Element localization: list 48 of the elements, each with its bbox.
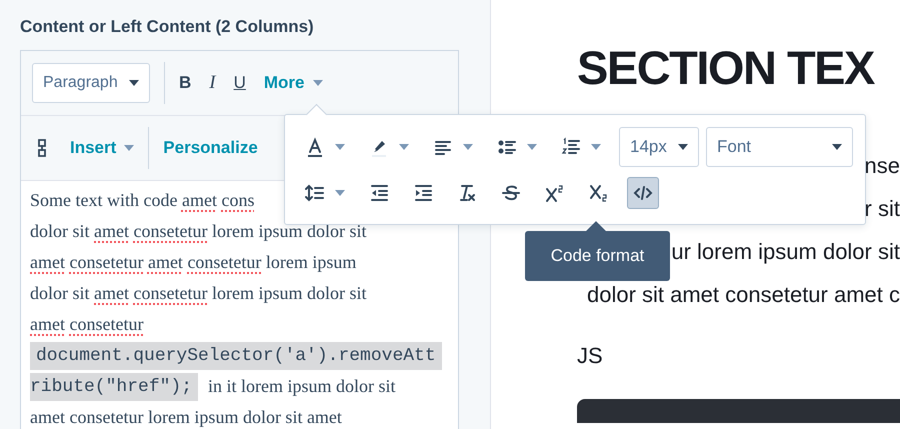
caret-icon — [335, 190, 345, 196]
font-size-select[interactable]: 14px — [619, 127, 699, 167]
caret-icon — [832, 144, 842, 150]
bold-button[interactable]: B — [179, 73, 192, 93]
caret-icon — [591, 144, 601, 150]
text-color-icon — [305, 137, 325, 157]
caret-icon — [124, 145, 134, 151]
preview-text: ur lorem ipsum dolor sit — [671, 238, 900, 266]
block-format-select[interactable]: Paragraph — [32, 63, 150, 103]
editor-text: in it lorem ipsum dolor sit — [208, 375, 396, 398]
subscript-icon — [589, 183, 609, 203]
font-select[interactable]: Font — [706, 127, 853, 167]
caret-icon — [129, 80, 139, 86]
tooltip: Code format — [525, 231, 670, 281]
menu-button[interactable]: Insert — [70, 138, 134, 158]
caret-icon — [312, 80, 323, 86]
line-height-icon — [305, 183, 325, 203]
preview-text: r sit — [864, 195, 900, 223]
editor-line: Some text with code amet cons — [30, 189, 254, 212]
editor-line: amet consetetur amet consetetur lorem ipsum — [30, 251, 356, 274]
menu-button[interactable]: Personalize — [163, 138, 258, 158]
code-icon — [633, 183, 653, 203]
superscript-icon — [545, 183, 565, 203]
editor-line: amet consetetur — [30, 313, 144, 336]
preview-label: JS — [577, 342, 604, 370]
preview-text: dolor sit amet consetetur amet c — [586, 281, 900, 309]
indent-icon — [413, 183, 433, 203]
code-button[interactable] — [627, 177, 659, 209]
caret-icon — [527, 144, 537, 150]
section-heading: SECTION TEX — [577, 40, 876, 96]
caret-icon — [335, 144, 345, 150]
editor-line: amet consetetur lorem ipsum dolor sit amet — [30, 406, 342, 429]
italic-button[interactable]: I — [209, 72, 216, 94]
clear-format-icon — [457, 183, 477, 203]
underline-button[interactable]: U — [234, 73, 246, 93]
editor-line: dolor sit amet consetetur lorem ipsum dolor sit — [30, 220, 366, 243]
outdent-icon — [369, 183, 389, 203]
code-snippet: document.querySelector('a').removeAtt — [30, 342, 442, 370]
preview-text: nse — [864, 152, 900, 180]
editor-line: dolor sit amet consetetur lorem ipsum dolor sit — [30, 282, 366, 305]
caret-icon — [399, 144, 409, 150]
numbered-list-icon — [561, 137, 581, 157]
menu-button[interactable]: More — [264, 73, 323, 93]
strikethrough-icon — [501, 183, 521, 203]
code-snippet: ribute("href"); — [30, 373, 198, 401]
caret-icon — [678, 144, 688, 150]
panel-title: Content or Left Content (2 Columns) — [20, 16, 315, 38]
caret-icon — [463, 144, 473, 150]
